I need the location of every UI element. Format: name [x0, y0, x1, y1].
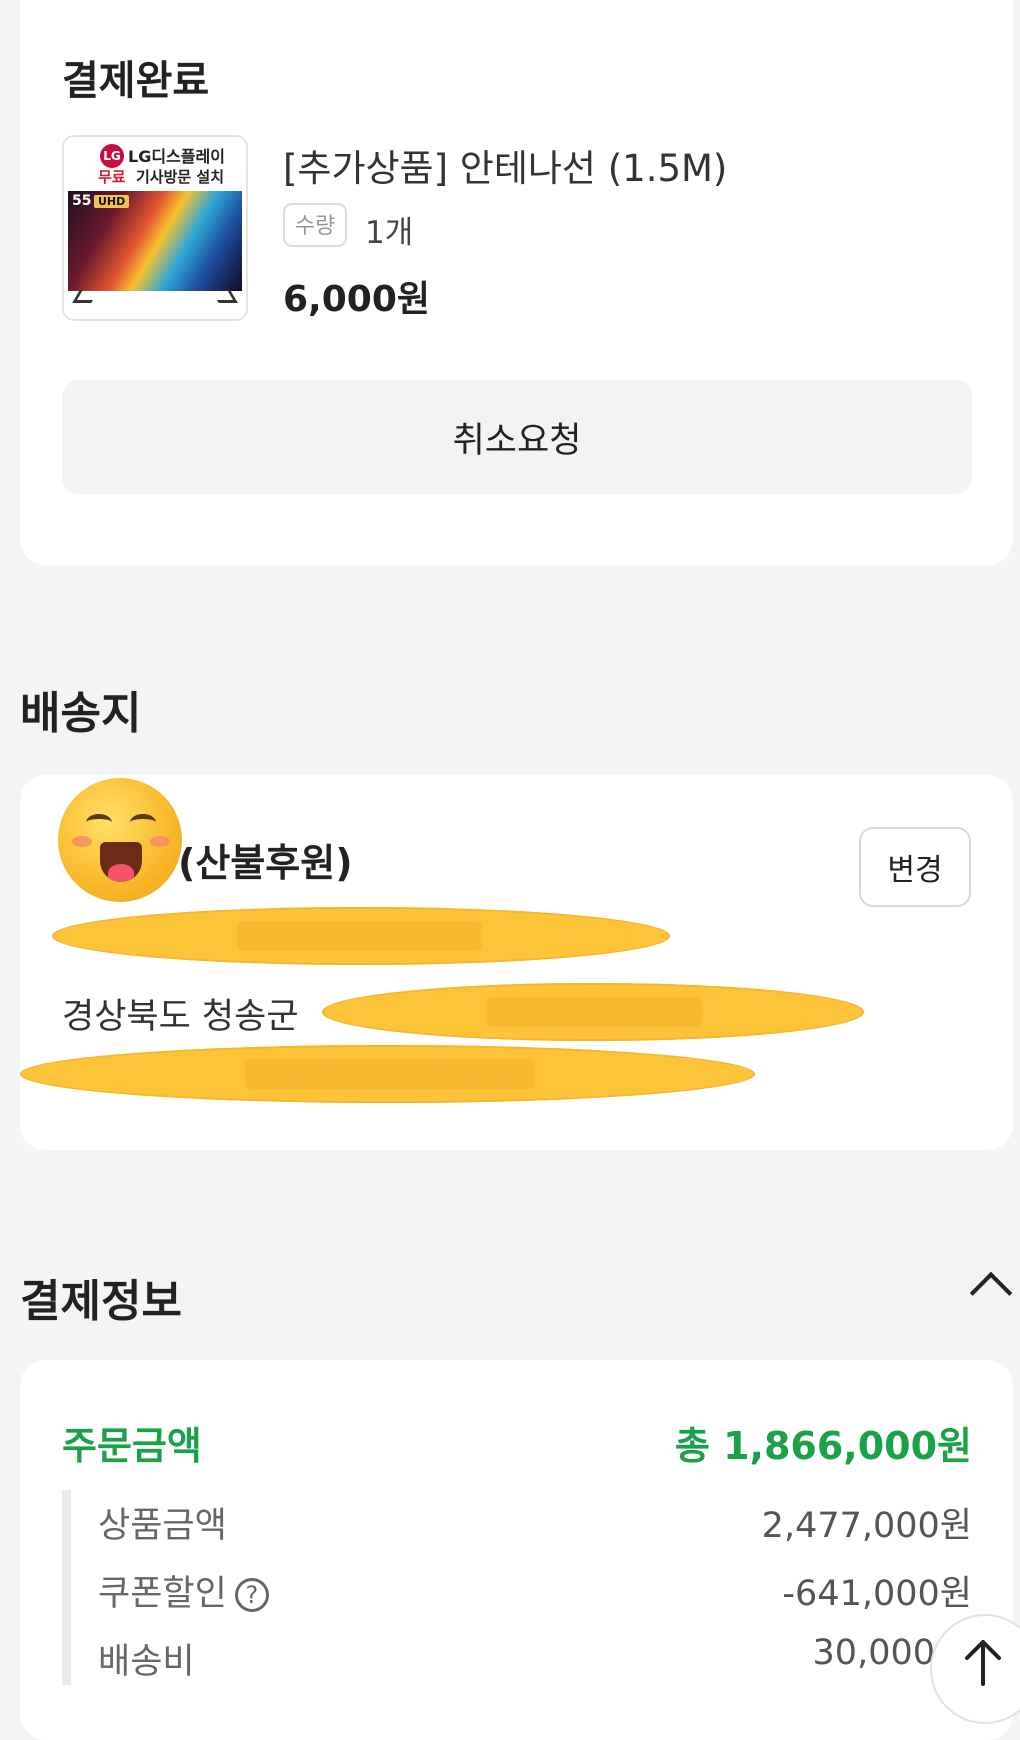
- product-thumbnail[interactable]: LG LG디스플레이 무료 기사방문 설치 55 UHD: [62, 135, 248, 321]
- thumbnail-visit-text: 기사방문 설치: [136, 168, 225, 186]
- detail-divider: [62, 1490, 71, 1685]
- order-status-title: 결제완료: [62, 58, 210, 104]
- redaction-band-address-detail: [20, 1045, 755, 1103]
- chevron-up-icon[interactable]: [969, 1271, 1013, 1315]
- change-address-button[interactable]: 변경: [859, 827, 971, 907]
- thumbnail-uhd-badge: UHD: [94, 195, 130, 208]
- arrow-up-icon: [965, 1640, 1001, 1686]
- redaction-band-phone: [52, 907, 670, 965]
- coupon-discount-value: -641,000원: [782, 1574, 972, 1614]
- lg-logo-icon: LG: [100, 144, 124, 168]
- thumbnail-brand-text: LG디스플레이: [128, 147, 225, 166]
- product-amount-value: 2,477,000원: [761, 1506, 972, 1546]
- shipping-fee-label: 배송비: [98, 1642, 195, 1682]
- emoji-eye-left: [86, 814, 112, 831]
- band-pad: [245, 1059, 535, 1089]
- band-pad: [487, 997, 702, 1027]
- cancel-request-button[interactable]: 취소요청: [62, 380, 972, 494]
- emoji-eye-right: [130, 814, 156, 831]
- smiling-emoji-icon: [58, 778, 182, 902]
- order-amount-total: 총 1,866,000원: [674, 1424, 972, 1468]
- product-amount-label: 상품금액: [98, 1506, 227, 1546]
- product-name[interactable]: [추가상품] 안테나선 (1.5M): [283, 138, 727, 192]
- thumbnail-banner: LG LG디스플레이 무료 기사방문 설치: [64, 137, 246, 189]
- payment-section-title: 결제정보: [20, 1276, 182, 1327]
- product-price: 6,000원: [283, 279, 430, 320]
- shipping-section-title: 배송지: [20, 688, 142, 739]
- order-amount-label: 주문금액: [62, 1424, 202, 1468]
- emoji-cheek-right: [150, 836, 170, 847]
- shipping-address: 경상북도 청송군: [62, 997, 299, 1037]
- tv-stand-left: [72, 290, 99, 303]
- quantity-value: 1개: [365, 215, 414, 251]
- shipping-fee-value: 30,000: [812, 1633, 935, 1673]
- quantity-label: 수량: [283, 203, 347, 247]
- coupon-discount-row: 쿠폰할인?: [98, 1565, 269, 1616]
- question-icon[interactable]: ?: [234, 1578, 269, 1612]
- thumbnail-size-text: 55: [72, 193, 92, 209]
- emoji-cheek-left: [72, 836, 92, 847]
- emoji-mouth: [100, 842, 142, 882]
- recipient-name: (산불후원): [178, 841, 353, 885]
- band-pad: [237, 921, 482, 951]
- redaction-band-address: [322, 983, 864, 1041]
- coupon-discount-label: 쿠폰할인: [98, 1574, 227, 1614]
- tv-stand-right: [211, 290, 238, 303]
- thumbnail-free-text: 무료: [98, 168, 126, 186]
